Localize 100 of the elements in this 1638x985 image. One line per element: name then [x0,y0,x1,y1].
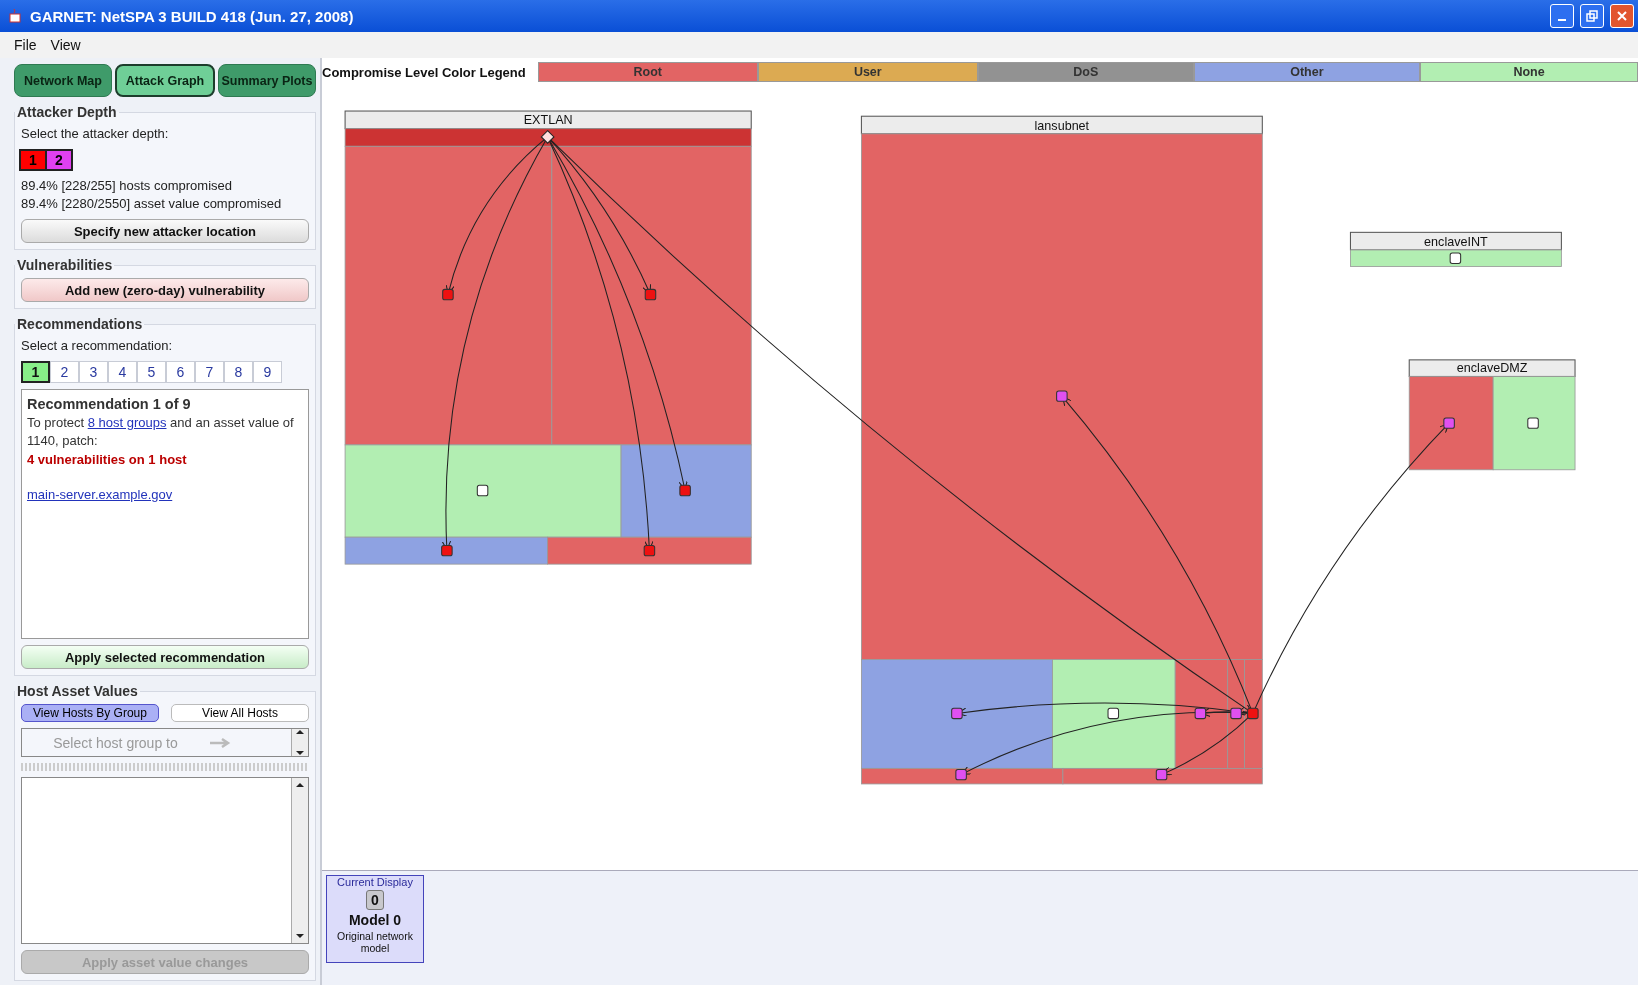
depth-option[interactable]: 2 [45,149,73,171]
host-cell[interactable] [344,128,752,147]
host-cell[interactable] [1350,249,1562,267]
host-cell[interactable] [547,536,752,565]
host-cell[interactable] [861,659,1053,769]
host-node[interactable] [1449,252,1462,264]
restore-icon [1586,10,1598,22]
depth-option[interactable]: 1 [19,149,47,171]
legend-swatch: DoS [977,62,1194,82]
tab[interactable]: Summary Plots [218,64,316,97]
recommendation-option[interactable]: 3 [79,361,108,383]
host-cell[interactable] [1052,659,1176,769]
host-node[interactable] [1527,417,1539,429]
selector-placeholder: Select host group to [52,734,179,751]
legend-swatch: None [1420,62,1638,82]
section-title: Host Asset Values [16,683,139,699]
recommendation-option[interactable]: 4 [108,361,137,383]
host-cell[interactable] [620,444,752,538]
host-node[interactable] [951,707,963,720]
host-node[interactable] [442,288,454,301]
legend-swatch: Root [537,62,758,82]
section-title: Recommendations [16,316,144,332]
recommendation-option[interactable]: 9 [253,361,282,383]
close-button[interactable] [1610,4,1634,28]
host-node[interactable] [476,484,489,497]
model-name: Model 0 [348,912,402,928]
legend-swatch: User [757,62,978,82]
prompt-text: Select a recommendation: [21,337,174,355]
host-cell[interactable] [344,444,622,538]
split-handle[interactable] [21,763,309,771]
host-node[interactable] [644,288,657,301]
close-icon [1616,10,1628,22]
recommendation-option[interactable]: 1 [21,361,50,383]
menu-item[interactable]: View [50,37,81,53]
model-number: 0 [366,890,384,910]
host-node[interactable] [955,768,967,781]
host-cell[interactable] [1174,659,1229,769]
host-node[interactable] [1247,707,1259,720]
arrow-right-icon [209,736,231,749]
host-cell[interactable] [344,145,553,446]
host-cell[interactable] [861,767,1064,785]
host-cell[interactable] [1244,659,1263,769]
view-toggle[interactable]: View Hosts By Group [21,704,159,722]
group-title: EXTLAN [523,113,573,128]
section-title: Attacker Depth [16,104,118,120]
scrollbar[interactable] [291,729,308,756]
card-title: Current Display [337,876,413,888]
scroll-up-icon[interactable] [296,782,304,788]
current-display-card[interactable]: Current Display 0 Model 0 Original network model [326,875,424,963]
host-node[interactable] [643,544,656,557]
group-title: enclaveINT [1424,234,1488,249]
model-description: Original network model [336,930,414,954]
vulnerability-warning: 4 vulnerabilities on 1 host [27,452,188,467]
restore-button[interactable] [1580,4,1604,28]
view-toggle[interactable]: View All Hosts [171,704,309,722]
host-cell[interactable] [861,133,1263,660]
scroll-up-icon[interactable] [296,729,304,735]
scrollbar[interactable] [291,778,308,943]
host-cell[interactable] [1408,376,1494,471]
host-cell[interactable] [344,536,549,565]
scroll-down-icon[interactable] [296,750,304,756]
java-cup-icon [8,8,24,24]
legend-swatch: Other [1193,62,1421,82]
window-title: GARNET: NetSPA 3 BUILD 418 (Jun. 27, 2008) [30,7,355,25]
menu-item[interactable]: File [14,37,37,53]
apply-recommendation-button[interactable]: Apply selected recommendation [21,645,309,669]
host-node[interactable] [1107,707,1120,720]
host-node[interactable] [1443,417,1455,429]
host-cell[interactable] [1492,376,1576,471]
minimize-button[interactable] [1550,4,1574,28]
recommendation-text: To protect 8 host groups and an asset value of 1140, patch: [27,414,295,450]
add-vulnerability-button[interactable]: Add new (zero-day) vulnerability [21,278,309,302]
host-node[interactable] [441,544,453,557]
host-node[interactable] [1155,768,1168,781]
minimize-icon [1558,19,1566,21]
host-cell[interactable] [1062,767,1263,785]
recommendation-option[interactable]: 7 [195,361,224,383]
host-node[interactable] [1230,707,1242,720]
host-link[interactable]: main-server.example.gov [27,487,173,502]
stat-text: 89.4% [2280/2550] asset value compromised [21,195,283,213]
tab[interactable]: Network Map [14,64,112,97]
section-title: Vulnerabilities [16,257,114,273]
prompt-text: Select the attacker depth: [21,125,170,143]
recommendation-option[interactable]: 8 [224,361,253,383]
host-cell[interactable] [551,145,752,446]
recommendation-option[interactable]: 6 [166,361,195,383]
group-title: enclaveDMZ [1456,361,1528,376]
host-node[interactable] [679,484,691,497]
recommendation-option[interactable]: 2 [50,361,79,383]
host-groups-link[interactable]: 8 host groups [87,415,167,430]
recommendation-heading: Recommendation 1 of 9 [27,396,192,412]
tab[interactable]: Attack Graph [115,64,215,97]
host-node[interactable] [1194,707,1207,720]
recommendation-option[interactable]: 5 [137,361,166,383]
scroll-down-icon[interactable] [296,933,304,939]
host-node[interactable] [1056,390,1068,402]
legend-title: Compromise Level Color Legend [322,64,527,80]
stat-text: 89.4% [228/255] hosts compromised [21,177,233,195]
specify-location-button[interactable]: Specify new attacker location [21,219,309,243]
group-title: lansubnet [1034,118,1090,133]
